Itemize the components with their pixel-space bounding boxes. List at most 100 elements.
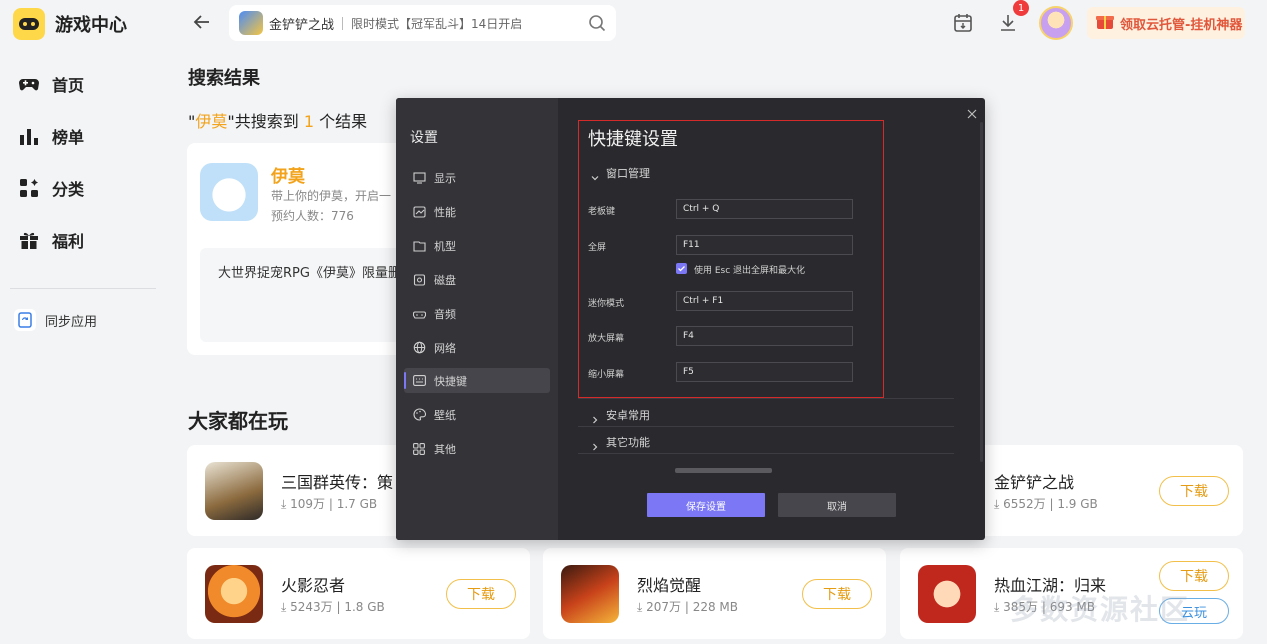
download-small-icon: ⤓ [281,497,291,511]
sync-apps-label: 同步应用 [45,314,98,330]
user-avatar[interactable] [1039,6,1073,40]
game-size: 1.7 GB [336,497,378,511]
vertical-scrollbar[interactable] [980,122,983,462]
game-name: 烈焰觉醒 [637,576,702,595]
settings-menu-audio[interactable]: 音频 [404,301,550,326]
group-other-functions[interactable]: 其它功能 [590,434,650,451]
group-window-management[interactable]: 窗口管理 [590,165,650,181]
gift-icon [18,229,40,251]
device-icon [412,239,426,253]
settings-menu-performance[interactable]: 性能 [404,199,550,224]
download-small-icon: ⤓ [637,600,647,614]
settings-menu-other[interactable]: 其他 [404,436,550,461]
sidebar-item-home[interactable]: 首页 [18,69,84,99]
divider [578,398,954,399]
monitor-icon [412,171,426,185]
result-game-name[interactable]: 伊莫 [271,162,305,187]
game-size: 1.9 GB [1057,497,1098,511]
download-small-icon: ⤓ [994,600,1004,614]
shortcut-label-fullscreen: 全屏 [588,243,607,253]
search-result-card[interactable]: 伊莫 带上你的伊莫，开启一 预约人数：776 大世界捉宠RPG《伊莫》限量删 [187,143,417,355]
download-button[interactable]: 下载 [802,579,872,609]
download-button[interactable]: 下载 [1159,561,1229,591]
game-icon [561,565,619,623]
settings-menu-wallpaper[interactable]: 壁纸 [404,402,550,427]
search-results-heading: 搜索结果 [188,68,260,89]
sidebar-item-label: 分类 [52,180,85,199]
game-name: 金铲铲之战 [994,473,1075,492]
search-bar[interactable]: 金铲铲之战 限时模式【冠军乱斗】14日开启 [229,5,616,41]
group-android-common[interactable]: 安卓常用 [590,407,650,424]
settings-menu-label: 网络 [434,341,456,355]
sidebar-item-ranking[interactable]: 榜单 [18,121,84,151]
sidebar-item-label: 榜单 [52,128,85,147]
download-small-icon: ⤓ [281,600,291,614]
cloud-hosting-button[interactable]: 领取云托管-挂机神器 [1087,7,1245,39]
palette-icon [412,408,426,422]
game-meta: ⤓ 207万 | 228 MB [637,600,739,614]
keyboard-icon [412,374,426,388]
chevron-right-icon [590,437,600,451]
save-settings-button[interactable]: 保存设置 [647,493,765,517]
game-card[interactable]: 烈焰觉醒 ⤓ 207万 | 228 MB 下载 [543,548,886,639]
game-icon [918,565,976,623]
esc-exit-checkbox[interactable] [676,263,687,274]
search-icon[interactable] [588,14,606,32]
gamepad-icon [18,73,40,95]
download-button[interactable]: 下载 [446,579,516,609]
game-icon [205,565,263,623]
settings-menu-label: 磁盘 [434,273,456,287]
app-title: 游戏中心 [55,15,127,36]
esc-exit-label: 使用 Esc 退出全屏和最大化 [694,266,806,276]
group-label: 其它功能 [606,436,650,449]
search-promo-text: 限时模式【冠军乱斗】14日开启 [351,16,523,31]
settings-menu-label: 性能 [434,205,456,219]
audio-icon [412,307,426,321]
sidebar-item-benefits[interactable]: 福利 [18,225,84,255]
app-logo[interactable]: 游戏中心 [13,8,127,40]
download-button[interactable]: 下载 [1159,476,1229,506]
shortcut-input-zoom-out[interactable]: F5 [676,362,853,382]
download-small-icon: ⤓ [994,497,1004,511]
divider [578,453,954,454]
shortcut-label-mini-mode: 迷你模式 [588,299,625,309]
result-intro-text: 大世界捉宠RPG《伊莫》限量删 [218,266,401,281]
shortcut-input-zoom-in[interactable]: F4 [676,326,853,346]
back-arrow-icon[interactable] [192,12,212,32]
calendar-icon[interactable] [952,12,974,34]
cancel-button[interactable]: 取消 [778,493,896,517]
sync-apps-button[interactable]: 同步应用 [14,309,97,331]
shortcut-input-fullscreen[interactable]: F11 [676,235,853,255]
results-suffix: 个结果 [314,112,368,131]
settings-menu-shortcuts[interactable]: 快捷键 [404,368,550,393]
sidebar-divider [10,288,156,289]
download-icon[interactable] [997,12,1019,34]
gift-box-icon [1095,11,1115,35]
game-downloads: 109万 [290,497,326,511]
game-card[interactable]: 火影忍者 ⤓ 5243万 | 1.8 GB 下载 [187,548,530,639]
shortcut-settings-title: 快捷键设置 [588,129,678,150]
game-name: 三国群英传：策 [281,473,394,492]
game-size: 1.8 GB [344,600,385,614]
settings-menu-disk[interactable]: 磁盘 [404,267,550,292]
horizontal-scrollbar[interactable] [675,468,772,473]
divider [578,426,954,427]
sidebar-item-category[interactable]: 分类 [18,173,84,203]
game-meta: ⤓ 5243万 | 1.8 GB [281,600,385,614]
settings-menu-device[interactable]: 机型 [404,233,550,258]
watermark: 多数资源社区 [1010,593,1191,626]
gamepad-logo-icon [13,8,45,40]
shortcut-input-boss-key[interactable]: Ctrl + Q [676,199,853,219]
game-size: 228 MB [692,600,739,614]
results-term: 伊莫 [195,112,228,131]
shortcut-input-mini-mode[interactable]: Ctrl + F1 [676,291,853,311]
result-prereg-count: 预约人数：776 [271,209,354,223]
game-icon [200,163,258,221]
close-icon[interactable] [966,105,978,119]
highlight-box [578,120,884,398]
settings-menu-display[interactable]: 显示 [404,165,550,190]
search-game-name: 金铲铲之战 [269,17,335,33]
chevron-down-icon [590,168,600,181]
group-label: 安卓常用 [606,409,650,422]
settings-menu-network[interactable]: 网络 [404,335,550,360]
